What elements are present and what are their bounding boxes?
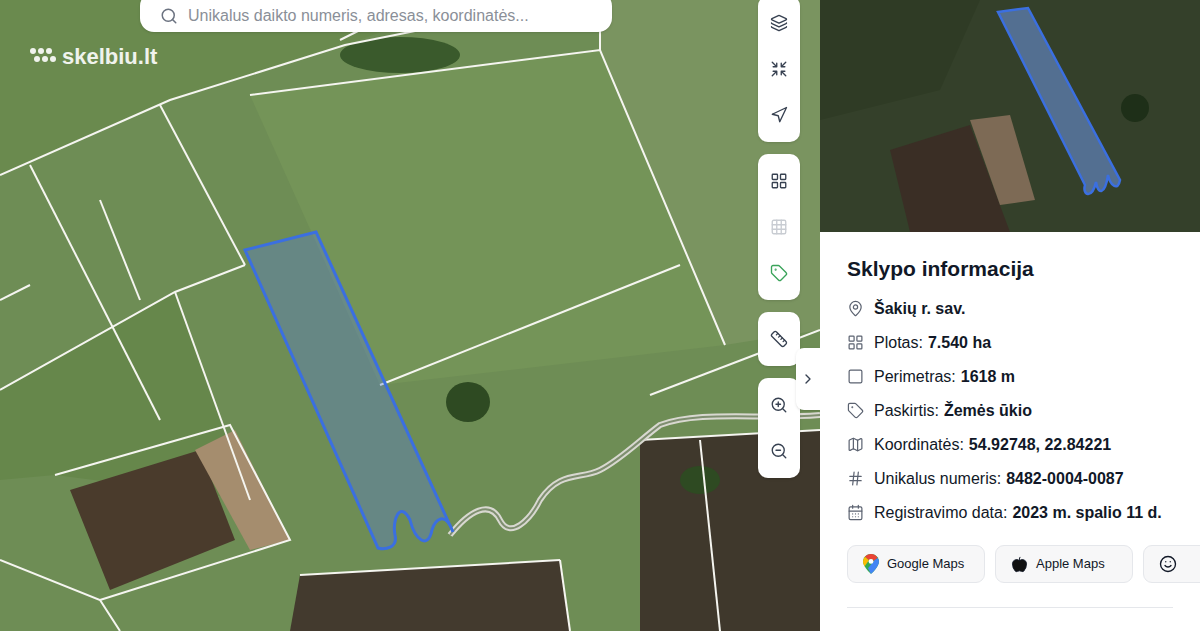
satellite-map[interactable] — [0, 0, 820, 631]
info-panel: Sklypo informacija Šakių r. sav. Plotas:7.… — [820, 0, 1200, 631]
ruler-icon — [770, 330, 788, 348]
search-icon — [160, 7, 178, 25]
tag-icon — [847, 402, 864, 419]
parcel-outline — [245, 232, 453, 549]
tag-button[interactable] — [758, 250, 800, 296]
collapse-button[interactable] — [758, 46, 800, 92]
info-row: Perimetras:1618 m — [847, 366, 1173, 387]
area-icon — [847, 334, 864, 351]
toolbar-group — [758, 0, 800, 142]
zoom-in-button[interactable] — [758, 382, 800, 428]
ruler-button[interactable] — [758, 316, 800, 362]
toolbar-group — [758, 154, 800, 300]
info-row: Plotas:7.540 ha — [847, 332, 1173, 353]
parcel-thumbnail — [820, 0, 1200, 232]
logo[interactable]: skelbiu.lt — [30, 40, 157, 73]
apple-button[interactable]: Apple Maps — [995, 545, 1133, 583]
info-row: Koordinatės:54.92748, 22.84221 — [847, 434, 1173, 455]
pin-icon — [847, 300, 864, 317]
info-row: Paskirtis:Žemės ūkio — [847, 400, 1173, 421]
square-icon — [847, 368, 864, 385]
grid-button[interactable] — [758, 204, 800, 250]
calendar-icon — [847, 504, 864, 521]
zoom-out-icon — [770, 442, 788, 460]
google-maps-icon — [863, 554, 879, 574]
hash-icon — [847, 470, 864, 487]
map-icon — [847, 436, 864, 453]
panel-title: Sklypo informacija — [847, 256, 1173, 282]
chevron-right-icon — [800, 371, 816, 387]
parcel-info: Sklypo informacija Šakių r. sav. Plotas:7.… — [820, 232, 1200, 608]
parcels-icon — [770, 172, 788, 190]
collapse-icon — [770, 60, 788, 78]
search-field[interactable]: Unikalus daikto numeris, adresas, koordi… — [140, 0, 612, 32]
map-area[interactable]: skelbiu.lt Unikalus daikto numeris, adres… — [0, 0, 820, 631]
layers-button[interactable] — [758, 0, 800, 46]
info-row: Registravimo data:2023 m. spalio 11 d. — [847, 502, 1173, 523]
toolbar-group — [758, 312, 800, 366]
waze-icon — [1159, 555, 1177, 573]
grid-icon — [770, 218, 788, 236]
divider — [847, 607, 1173, 608]
app: skelbiu.lt Unikalus daikto numeris, adres… — [0, 0, 1200, 631]
google-button[interactable]: Google Maps — [847, 545, 985, 583]
zoom-out-button[interactable] — [758, 428, 800, 474]
panel-toggle[interactable] — [796, 348, 820, 410]
info-rows: Šakių r. sav. Plotas:7.540 ha Perimetras:1… — [847, 298, 1173, 523]
toolbar-group — [758, 378, 800, 478]
map-links: Google Maps Apple Maps — [847, 545, 1173, 583]
logo-dots-icon — [30, 47, 56, 67]
zoom-in-icon — [770, 396, 788, 414]
map-toolbar — [758, 0, 800, 478]
navigation-icon — [770, 106, 788, 124]
locate-button[interactable] — [758, 92, 800, 138]
waze-button[interactable] — [1143, 545, 1200, 583]
parcels-button[interactable] — [758, 158, 800, 204]
info-row: Unikalus numeris:8482-0004-0087 — [847, 468, 1173, 489]
info-row: Šakių r. sav. — [847, 298, 1173, 319]
apple-icon — [1011, 556, 1028, 573]
tag-icon — [770, 264, 788, 282]
layers-icon — [770, 14, 788, 32]
